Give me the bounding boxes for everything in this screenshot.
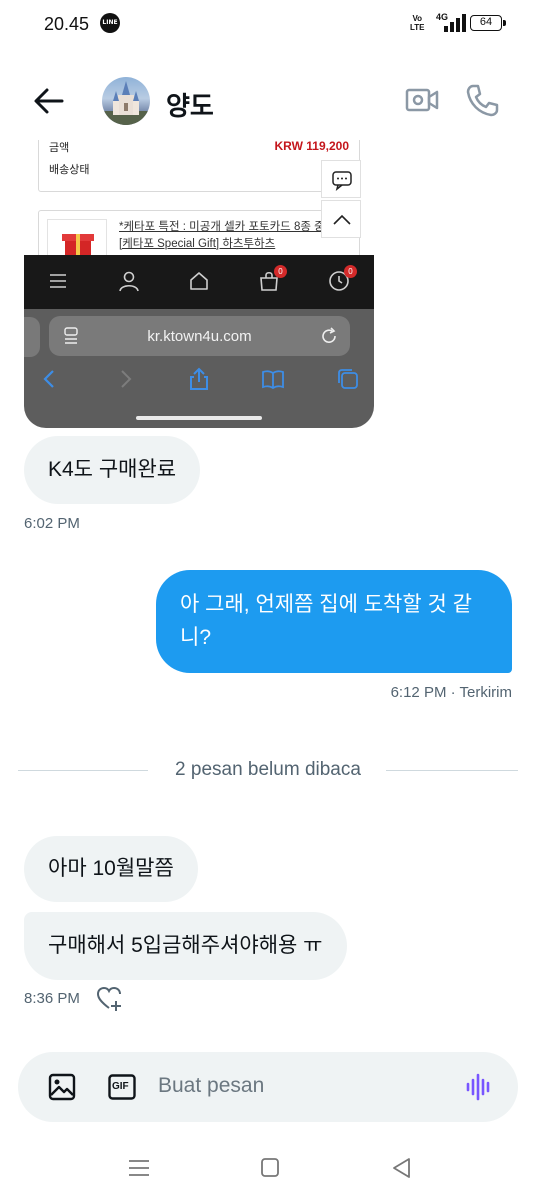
recent-badge: 0 [344,265,357,278]
url-text: kr.ktown4u.com [147,328,252,345]
avatar[interactable] [102,77,150,125]
cart-button: 0 [257,265,287,293]
message-text: 아마 10월말쯤 [48,857,174,880]
address-bar: kr.ktown4u.com [49,316,350,356]
bookmarks-icon [262,370,284,390]
shared-screenshot[interactable]: 금액 KRW 119,200 배송상태 *케타포 특전 : 미공개 셀카 포토카… [24,140,374,428]
heart-plus-icon [96,986,121,1011]
castle-avatar-icon [102,81,150,125]
back-icon [43,370,54,388]
status-time: 20.45 [44,14,90,34]
video-call-button[interactable] [404,84,440,116]
back-triangle-icon[interactable] [389,1156,415,1180]
status-bar: 20.45 LINE Vo LTE 4G 64 [0,0,536,50]
message-text-line1: 아 그래, 언제쯤 집에 도착할 것 같 [180,593,473,616]
scroll-top-button [321,200,361,238]
message-bubble-incoming[interactable]: 아마 10월말쯤 [24,836,198,902]
forward-icon [121,370,132,388]
amount-value: KRW 119,200 [274,140,350,153]
voice-message-button[interactable] [464,1072,494,1102]
video-call-icon [405,88,439,112]
volte-indicator: Vo LTE [410,14,425,32]
unread-divider: 2 pesan belum dibaca [175,759,361,780]
message-bubble-outgoing[interactable]: 아 그래, 언제쯤 집에 도착할 것 같 니? [156,570,512,673]
phone-icon [466,84,499,117]
site-bottom-nav: 0 0 [24,255,374,309]
voice-call-button[interactable] [464,82,500,118]
safari-toolbar: kr.ktown4u.com [24,309,374,428]
message-text: 구매해서 5입금해주셔야해용 ㅠ [48,934,323,957]
shipping-label: 배송상태 [49,164,90,176]
contact-name[interactable]: 양도 [166,86,214,123]
recent-button: 0 [327,265,357,293]
add-image-button[interactable] [48,1073,76,1101]
message-timestamp: 8:36 PM [24,990,80,1007]
divider-line-right [386,770,518,771]
reload-icon [322,327,336,343]
share-icon [190,367,208,390]
message-composer: GIF Buat pesan [18,1052,518,1122]
previous-tab-edge [24,317,40,357]
gif-label: GIF [112,1081,129,1092]
message-bubble-incoming[interactable]: 구매해서 5입금해주셔야해용 ㅠ [24,912,347,980]
message-text: K4도 구매완료 [48,458,177,481]
home-square-icon[interactable] [257,1156,283,1180]
volte-line2: LTE [410,23,425,32]
user-icon [119,271,139,292]
message-timestamp-sent: 6:12 PM · Terkirim [390,684,512,701]
divider-line-left [18,770,148,771]
chat-bubble-icon [332,171,352,191]
menu-icon [50,274,66,288]
order-summary-card: 금액 KRW 119,200 배송상태 [38,140,360,192]
product-link: *케타포 특전 : 미공개 셀카 포토카드 8종 중 랜덤* [케타포 Spec… [119,221,354,250]
volte-line1: Vo [412,14,423,23]
chat-float-button [321,160,361,198]
message-bubble-incoming[interactable]: K4도 구매완료 [24,436,201,504]
system-navigation-bar [0,1140,536,1200]
amount-label: 금액 [49,142,70,154]
home-indicator [136,416,262,420]
add-reaction-button[interactable] [96,986,124,1012]
gif-button[interactable]: GIF [108,1074,136,1100]
conversation-header: 양도 [0,66,536,136]
tabs-icon [338,369,358,389]
arrow-left-icon [34,88,64,114]
signal-icon [438,14,466,32]
cart-badge: 0 [274,265,287,278]
line-app-icon: LINE [100,13,120,33]
message-input[interactable]: Buat pesan [158,1074,264,1098]
battery-icon: 64 [470,15,506,31]
message-text-line2: 니? [180,626,211,649]
image-icon [48,1073,76,1101]
message-timestamp: 6:02 PM [24,515,80,532]
recents-menu-icon[interactable] [126,1156,152,1180]
battery-level: 64 [479,16,493,28]
chevron-up-icon [333,214,351,225]
back-button[interactable] [32,84,66,118]
home-icon [190,272,208,290]
voice-waveform-icon [466,1073,490,1101]
